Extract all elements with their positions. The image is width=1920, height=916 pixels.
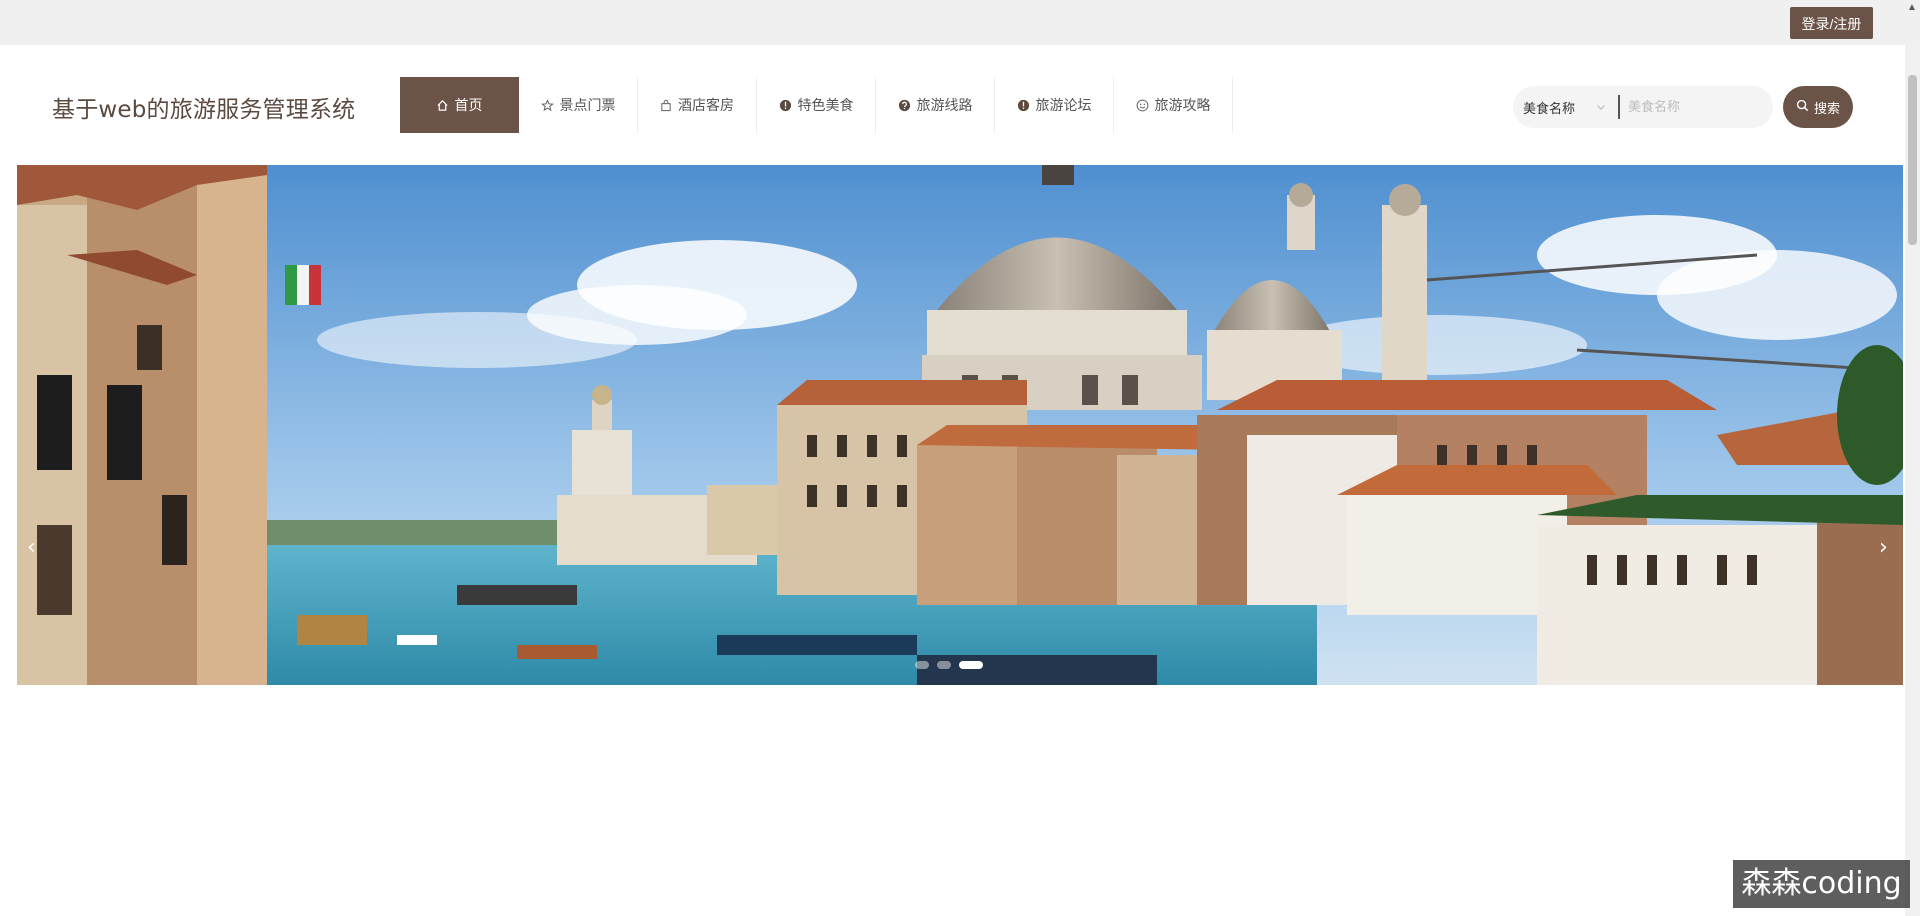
scroll-up-icon[interactable]: ▲ (1907, 2, 1917, 13)
search-icon (1796, 99, 1814, 116)
nav-item-label: 酒店客房 (678, 98, 734, 114)
nav-item-label: 景点门票 (559, 98, 616, 114)
search-field-select[interactable]: 美食名称 (1513, 86, 1618, 128)
carousel-next-button[interactable]: › (1879, 535, 1888, 560)
nav-item-label: 旅游线路 (916, 98, 973, 114)
banner-carousel[interactable]: ‹ › (17, 165, 1903, 685)
search-button[interactable]: 搜索 (1783, 86, 1853, 128)
home-icon (436, 99, 449, 112)
nav-item-routes[interactable]: 旅游线路 (876, 77, 995, 133)
info-icon (1017, 99, 1030, 112)
search-input[interactable] (1620, 86, 1770, 128)
smile-icon (1136, 99, 1149, 112)
nav-item-label: 旅游攻略 (1154, 98, 1211, 114)
nav-item-tickets[interactable]: 景点门票 (519, 77, 638, 133)
info-icon (779, 99, 792, 112)
nav-item-food[interactable]: 特色美食 (757, 77, 876, 133)
search-button-label: 搜索 (1813, 101, 1840, 117)
top-bar (0, 0, 1920, 45)
search-box: 美食名称 (1513, 86, 1773, 128)
chevron-down-icon (1596, 101, 1606, 116)
main-nav: 首页 景点门票 酒店客房 特色美食 旅游线路 旅游论坛 旅游攻略 (400, 77, 1233, 133)
question-icon (898, 99, 911, 112)
carousel-dot-active[interactable] (959, 661, 983, 669)
watermark-overlay: 森森coding (1733, 860, 1910, 908)
carousel-dot[interactable] (915, 661, 929, 669)
nav-item-forum[interactable]: 旅游论坛 (995, 77, 1114, 133)
star-icon (540, 98, 554, 112)
site-title: 基于web的旅游服务管理系统 (52, 97, 356, 123)
nav-item-label: 首页 (454, 98, 483, 114)
carousel-prev-button[interactable]: ‹ (27, 535, 36, 560)
nav-item-label: 旅游论坛 (1035, 98, 1092, 114)
nav-item-label: 特色美食 (797, 98, 854, 114)
login-register-button[interactable]: 登录/注册 (1790, 7, 1873, 39)
scrollbar-thumb[interactable] (1908, 75, 1917, 245)
carousel-dot[interactable] (937, 661, 951, 669)
nav-item-guides[interactable]: 旅游攻略 (1114, 77, 1233, 133)
nav-item-home[interactable]: 首页 (400, 77, 519, 133)
bag-icon (660, 99, 672, 112)
banner-image-venice (17, 165, 1903, 685)
page-scrollbar[interactable] (1905, 45, 1920, 916)
nav-item-hotels[interactable]: 酒店客房 (638, 77, 757, 133)
search-field-select-value: 美食名称 (1523, 101, 1576, 117)
carousel-indicators (915, 661, 983, 669)
